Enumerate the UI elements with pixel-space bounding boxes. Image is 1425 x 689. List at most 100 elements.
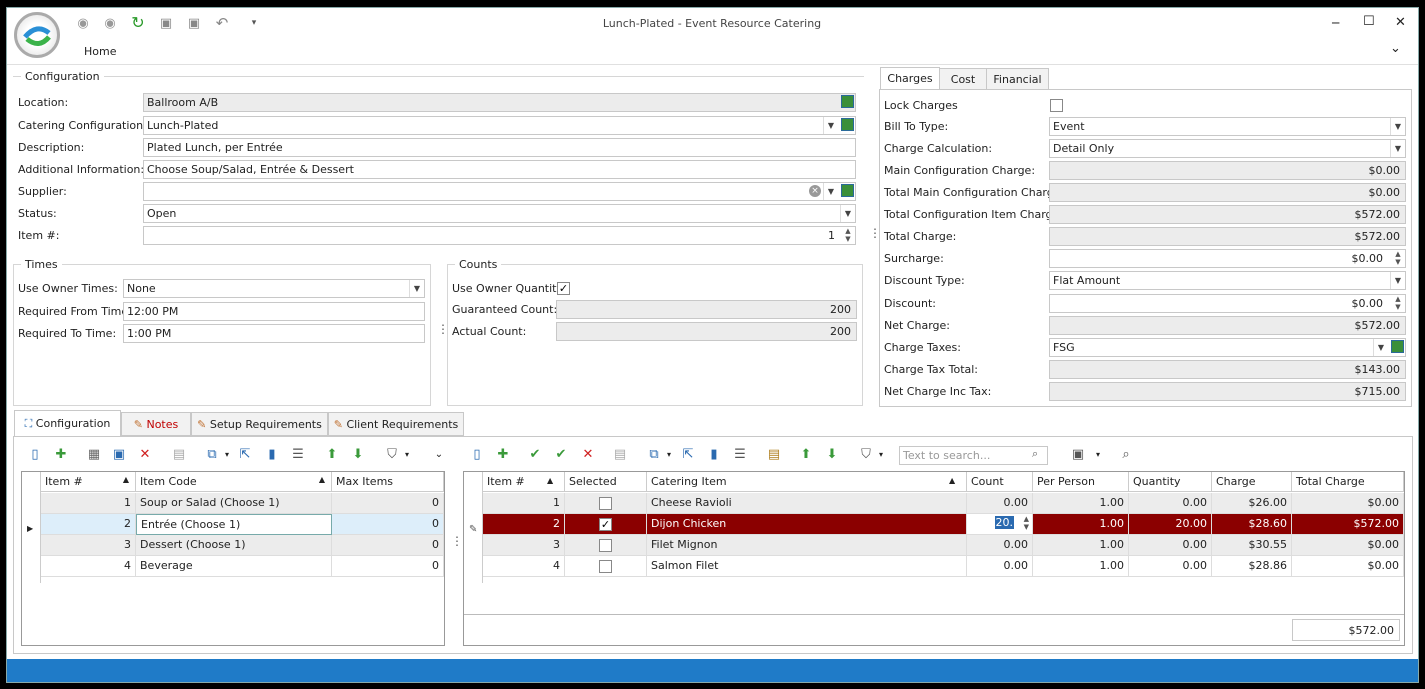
right-export-icon[interactable]: ⇱ bbox=[679, 446, 697, 464]
right-grid-cell[interactable]: Cheese Ravioli bbox=[647, 493, 967, 514]
selected-checkbox-cell[interactable] bbox=[565, 556, 647, 577]
lock-charges-checkbox[interactable] bbox=[1050, 98, 1063, 112]
right-grid-cell[interactable]: 1.00 bbox=[1033, 535, 1129, 556]
left-grid-cell[interactable]: 4 bbox=[41, 556, 136, 577]
layout-save-icon[interactable]: ▣ bbox=[1069, 446, 1087, 464]
maximize-button[interactable]: ☐ bbox=[1363, 14, 1375, 29]
right-grid-cell[interactable]: 0.00 bbox=[1129, 493, 1212, 514]
export-icon[interactable]: ⇱ bbox=[236, 446, 254, 464]
right-grid-cell[interactable]: 1.00 bbox=[1033, 493, 1129, 514]
use-owner-times-field[interactable]: None bbox=[123, 279, 425, 298]
selected-checkbox-cell[interactable] bbox=[565, 493, 647, 514]
tab-cost[interactable]: Cost bbox=[939, 68, 987, 90]
right-copy-dropdown-icon[interactable]: ▾ bbox=[660, 446, 678, 464]
copy-dropdown-icon[interactable]: ▾ bbox=[218, 446, 236, 464]
left-grid-cell[interactable]: 0 bbox=[332, 535, 444, 556]
close-button[interactable]: ✕ bbox=[1395, 15, 1406, 30]
use-owner-quantity-checkbox[interactable]: ✓ bbox=[557, 281, 570, 295]
tab-charges[interactable]: Charges bbox=[880, 67, 940, 90]
discount-type-dropdown-icon[interactable]: ▼ bbox=[1390, 272, 1405, 289]
ribbon-tab-home[interactable]: Home bbox=[84, 45, 116, 58]
tab-financial[interactable]: Financial bbox=[986, 68, 1049, 90]
selected-checkbox-cell[interactable] bbox=[565, 535, 647, 556]
left-grid-cell[interactable]: 2 bbox=[41, 514, 136, 535]
right-add-icon[interactable]: ✚ bbox=[494, 446, 512, 464]
right-grid-cell[interactable]: Salmon Filet bbox=[647, 556, 967, 577]
column-header-max-items[interactable]: Max Items bbox=[332, 472, 444, 492]
right-grid-cell[interactable]: 1.00 bbox=[1033, 514, 1129, 535]
right-grid-cell[interactable]: 0.00 bbox=[967, 493, 1033, 514]
discount-field[interactable]: $0.00 bbox=[1049, 294, 1406, 313]
surcharge-spinner[interactable]: ▲ ▼ bbox=[1392, 250, 1404, 267]
charge-taxes-field[interactable]: FSG bbox=[1049, 338, 1406, 357]
select-icon[interactable]: ✔ bbox=[526, 446, 544, 464]
left-grid-cell[interactable]: 0 bbox=[332, 514, 444, 535]
delete-icon[interactable]: ✕ bbox=[136, 446, 154, 464]
status-field[interactable]: Open bbox=[143, 204, 856, 223]
discount-type-field[interactable]: Flat Amount bbox=[1049, 271, 1406, 290]
charge-calculation-dropdown-icon[interactable]: ▼ bbox=[1390, 140, 1405, 157]
row-selected-checkbox[interactable] bbox=[599, 496, 612, 510]
right-grid-column-header[interactable]: Count bbox=[967, 472, 1033, 492]
column-header-item-number[interactable]: Item # ▲ bbox=[41, 472, 136, 492]
left-grid-cell[interactable]: Dessert (Choose 1) bbox=[136, 535, 332, 556]
splitter-handle-grids[interactable]: ⋮ bbox=[451, 534, 463, 548]
search-input[interactable]: Text to search... bbox=[899, 446, 1048, 465]
additional-information-field[interactable]: Choose Soup/Salad, Entrée & Dessert bbox=[143, 160, 856, 179]
right-delete-icon[interactable]: ✕ bbox=[579, 446, 597, 464]
bill-to-type-dropdown-icon[interactable]: ▼ bbox=[1390, 118, 1405, 135]
selected-checkbox-cell[interactable]: ✓ bbox=[565, 514, 647, 535]
right-grid-cell[interactable]: 0.00 bbox=[967, 535, 1033, 556]
left-grid-cell[interactable]: Entrée (Choose 1) bbox=[136, 514, 332, 535]
columns-icon[interactable]: ☰ bbox=[289, 446, 307, 464]
right-grid-cell[interactable]: 3 bbox=[483, 535, 565, 556]
left-grid-cell[interactable]: Soup or Salad (Choose 1) bbox=[136, 493, 332, 514]
move-up-icon[interactable]: ⬆ bbox=[323, 446, 341, 464]
right-move-down-icon[interactable]: ⬇ bbox=[823, 446, 841, 464]
item-number-field[interactable]: 1 bbox=[143, 226, 856, 245]
right-grid-column-header[interactable]: Catering Item bbox=[647, 472, 967, 492]
right-print-icon[interactable]: ▤ bbox=[611, 446, 629, 464]
add-icon[interactable]: ✚ bbox=[52, 446, 70, 464]
right-grid-column-header[interactable]: Per Person bbox=[1033, 472, 1129, 492]
right-grid-cell[interactable]: 20.00 bbox=[1129, 514, 1212, 535]
right-grid-cell[interactable]: $28.60 bbox=[1212, 514, 1292, 535]
image-icon[interactable]: ▣ bbox=[110, 446, 128, 464]
clipboard-icon[interactable]: ▤ bbox=[765, 446, 783, 464]
charge-calculation-field[interactable]: Detail Only bbox=[1049, 139, 1406, 158]
item-number-spinner[interactable]: ▲ ▼ bbox=[842, 227, 854, 244]
column-header-item-code[interactable]: Item Code ▲ bbox=[136, 472, 332, 492]
find-icon[interactable]: ⌕ bbox=[1117, 446, 1135, 464]
right-grid-cell[interactable]: 0.00 bbox=[1129, 556, 1212, 577]
right-filter-dropdown-icon[interactable]: ▾ bbox=[872, 446, 890, 464]
right-book-icon[interactable]: ▮ bbox=[705, 446, 723, 464]
layout-dropdown-icon[interactable]: ▾ bbox=[1089, 446, 1107, 464]
right-grid-cell[interactable]: 2 bbox=[483, 514, 565, 535]
discount-spinner[interactable]: ▲ ▼ bbox=[1392, 295, 1404, 312]
supplier-clear-icon[interactable]: × bbox=[809, 185, 821, 197]
left-grid-cell[interactable]: 3 bbox=[41, 535, 136, 556]
bill-to-type-field[interactable]: Event bbox=[1049, 117, 1406, 136]
right-grid-cell[interactable]: $0.00 bbox=[1292, 535, 1404, 556]
charge-taxes-lookup-icon[interactable] bbox=[1391, 340, 1404, 353]
count-spinner[interactable]: ▲ ▼ bbox=[1024, 515, 1029, 531]
charge-taxes-dropdown-icon[interactable]: ▼ bbox=[1373, 339, 1388, 356]
right-grid-column-header[interactable]: Quantity bbox=[1129, 472, 1212, 492]
right-grid-column-header[interactable]: Selected bbox=[565, 472, 647, 492]
status-dropdown-icon[interactable]: ▼ bbox=[840, 205, 855, 222]
select-all-icon[interactable]: ✔ bbox=[552, 446, 570, 464]
right-grid-cell[interactable]: $30.55 bbox=[1212, 535, 1292, 556]
row-selected-checkbox[interactable] bbox=[599, 559, 612, 573]
supplier-dropdown-icon[interactable]: ▼ bbox=[823, 183, 838, 200]
supplier-field[interactable] bbox=[143, 182, 856, 201]
tab-client-requirements[interactable]: ✎ Client Requirements bbox=[328, 412, 464, 436]
left-grid-cell[interactable]: Beverage bbox=[136, 556, 332, 577]
new-icon[interactable]: ▯ bbox=[26, 446, 44, 464]
right-grid-cell[interactable]: Filet Mignon bbox=[647, 535, 967, 556]
move-down-icon[interactable]: ⬇ bbox=[349, 446, 367, 464]
print-icon[interactable]: ▤ bbox=[170, 446, 188, 464]
right-grid-cell[interactable]: $0.00 bbox=[1292, 493, 1404, 514]
use-owner-times-dropdown-icon[interactable]: ▼ bbox=[409, 280, 424, 297]
location-lookup-icon[interactable] bbox=[841, 95, 854, 108]
right-grid-cell[interactable]: 0.00 bbox=[967, 556, 1033, 577]
